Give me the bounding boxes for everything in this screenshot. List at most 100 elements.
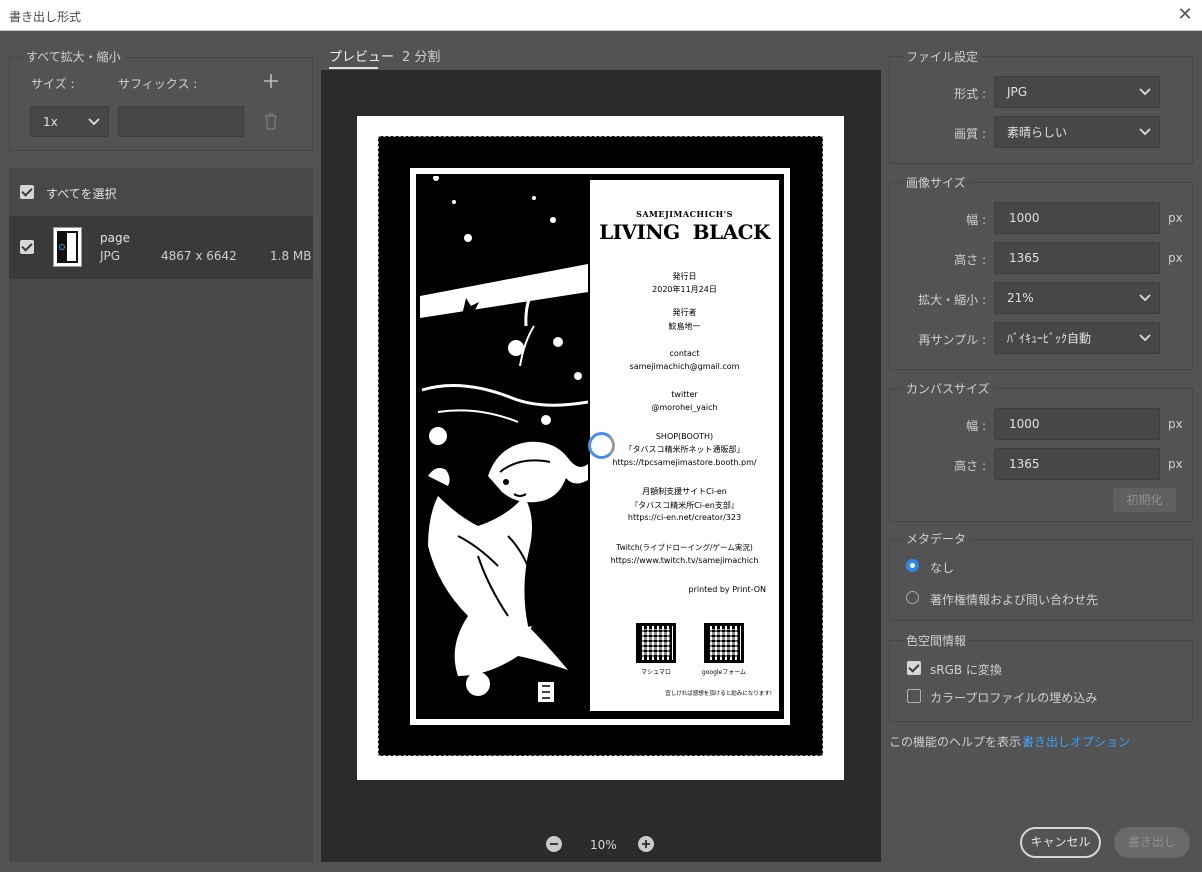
suffix-input[interactable] <box>118 106 244 137</box>
image-height-label: 高さ : <box>954 253 986 267</box>
qr-caption-1: マシュマロ <box>640 669 671 676</box>
metadata-group <box>889 539 1193 621</box>
asset-checkbox[interactable] <box>20 240 34 254</box>
poster-line: https://ci-en.net/creator/323 <box>627 513 742 522</box>
close-icon[interactable]: ✕ <box>1176 6 1194 24</box>
asset-file-size: 1.8 MB <box>270 249 312 263</box>
scale-dropdown[interactable]: 21% <box>994 282 1160 314</box>
format-label: 形式 : <box>954 87 986 101</box>
poster-line: 『タバスコ精米所Ci-en支部』 <box>630 501 739 510</box>
poster-line: 月額制支援サイトCi-en <box>642 487 727 496</box>
poster-line: twitter <box>671 390 698 399</box>
poster-line: SHOP(BOOTH) <box>655 432 714 441</box>
poster-line: @morohei_yaich <box>651 403 718 412</box>
resample-label: 再サンプル : <box>918 333 987 347</box>
select-all-label: すべてを選択 <box>46 187 117 201</box>
suffix-label: サフィックス : <box>118 77 198 91</box>
poster-line: 「タバスコ精米所ネット通販部」 <box>624 445 745 454</box>
zoom-in-icon[interactable] <box>638 836 654 852</box>
asset-format: JPG <box>100 249 121 263</box>
scale-label: 拡大・縮小 : <box>918 293 986 307</box>
tab-preview[interactable]: プレビュー <box>329 46 394 65</box>
title-bar: 書き出し形式 ✕ <box>0 0 1202 31</box>
canvas-width-value: 1000 <box>1009 417 1040 431</box>
poster-line: 2020年11月24日 <box>652 285 717 294</box>
srgb-checkbox[interactable] <box>907 661 921 675</box>
scale-dropdown-value: 21% <box>1007 291 1034 305</box>
canvas-height-value: 1365 <box>1009 457 1040 471</box>
image-width-input[interactable]: 1000 <box>994 202 1160 234</box>
zoom-level: 10% <box>590 838 617 852</box>
asset-thumbnail <box>53 227 82 267</box>
resample-dropdown-value: ﾊﾞｲｷｭｰﾋﾞｯｸ自動 <box>1007 331 1092 346</box>
help-link[interactable]: 書き出しオプション <box>1022 733 1130 750</box>
tab-split[interactable]: 2 分割 <box>402 46 440 65</box>
poster-title: LIVING BLACK <box>599 220 770 244</box>
color-space-group <box>889 640 1193 722</box>
image-size-title: 画像サイズ <box>902 174 970 191</box>
asset-row[interactable]: page JPG 4867 x 6642 1.8 MB <box>9 216 313 279</box>
image-width-label: 幅 : <box>966 213 986 227</box>
preview-canvas[interactable]: SAMEJIMACHICH'S LIVING BLACK 発行日 2020年11… <box>321 70 881 862</box>
image-width-unit: px <box>1168 211 1183 225</box>
poster-kicker: SAMEJIMACHICH'S <box>636 209 733 219</box>
asset-name: page <box>100 231 130 245</box>
chevron-down-icon <box>1139 128 1151 136</box>
poster-line: Twitch(ライブドローイング/ゲーム実況) <box>616 543 753 552</box>
quality-dropdown[interactable]: 素晴らしい <box>994 116 1160 148</box>
cancel-button[interactable]: キャンセル <box>1020 827 1101 858</box>
color-space-title: 色空間情報 <box>902 632 971 649</box>
loading-spinner-icon <box>588 432 615 459</box>
trash-icon <box>263 112 279 130</box>
canvas-height-unit: px <box>1168 457 1183 471</box>
image-height-unit: px <box>1168 251 1183 265</box>
scale-all-title: すべて拡大・縮小 <box>22 48 125 65</box>
embed-profile-checkbox[interactable] <box>907 689 921 703</box>
poster-line: https://tpcsamejimastore.booth.pm/ <box>612 458 757 467</box>
size-dropdown-value: 1x <box>43 114 58 129</box>
canvas-height-input[interactable]: 1365 <box>994 448 1160 480</box>
poster-line: https://www.twitch.tv/samejimachich <box>610 556 759 565</box>
qr-code <box>636 623 676 663</box>
quality-dropdown-value: 素晴らしい <box>1007 125 1068 140</box>
poster-footer: 宜しければ感想を頂けると励みになります! <box>665 691 772 697</box>
zoom-out-icon[interactable] <box>546 836 562 852</box>
canvas-width-input[interactable]: 1000 <box>994 408 1160 440</box>
chevron-down-icon <box>1139 88 1151 96</box>
poster-info-panel: SAMEJIMACHICH'S LIVING BLACK 発行日 2020年11… <box>590 180 779 711</box>
select-all-checkbox[interactable] <box>20 185 34 199</box>
window-title: 書き出し形式 <box>9 10 82 24</box>
canvas-size-title: カンバスサイズ <box>902 380 994 397</box>
embed-profile-label: カラープロファイルの埋め込み <box>930 691 1098 705</box>
size-label: サイズ : <box>31 77 75 91</box>
preview-page: SAMEJIMACHICH'S LIVING BLACK 発行日 2020年11… <box>357 116 844 780</box>
reset-button[interactable]: 初期化 <box>1113 488 1176 512</box>
poster-line: samejimachich@gmail.com <box>629 362 740 371</box>
image-height-value: 1365 <box>1009 251 1040 265</box>
metadata-copyright-label: 著作権情報および問い合わせ先 <box>930 593 1099 607</box>
resample-dropdown[interactable]: ﾊﾞｲｷｭｰﾋﾞｯｸ自動 <box>994 322 1160 354</box>
image-width-value: 1000 <box>1009 211 1040 225</box>
poster-line: contact <box>669 349 700 358</box>
metadata-none-label: なし <box>930 561 955 575</box>
srgb-label: sRGB に変換 <box>930 663 1002 677</box>
canvas-width-label: 幅 : <box>966 419 986 433</box>
export-button[interactable]: 書き出し <box>1114 827 1190 858</box>
canvas-height-label: 高さ : <box>954 459 986 473</box>
poster-line: 鮫島地一 <box>668 322 701 331</box>
size-dropdown[interactable]: 1x <box>30 106 109 137</box>
chevron-down-icon <box>88 117 100 125</box>
metadata-none-radio[interactable] <box>906 559 919 572</box>
file-settings-title: ファイル設定 <box>902 48 983 65</box>
tab-preview-underline <box>329 67 378 69</box>
help-text: この機能のヘルプを表示 : <box>889 735 1029 749</box>
asset-dimensions: 4867 x 6642 <box>161 249 237 263</box>
qr-code <box>704 623 744 663</box>
metadata-copyright-radio[interactable] <box>906 591 919 604</box>
format-dropdown[interactable]: JPG <box>994 76 1160 108</box>
add-icon[interactable] <box>262 72 280 90</box>
poster-line: printed by Print-ON <box>688 585 767 594</box>
poster-line: 発行日 <box>672 272 697 281</box>
image-height-input[interactable]: 1365 <box>994 242 1160 274</box>
poster-line: 発行者 <box>672 308 697 317</box>
